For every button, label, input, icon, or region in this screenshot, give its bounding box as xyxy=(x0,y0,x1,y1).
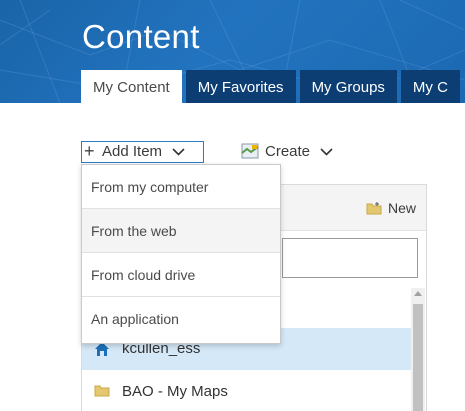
tab-my-content-overflow[interactable]: My C xyxy=(400,70,460,103)
menu-item-an-application[interactable]: An application xyxy=(82,297,280,341)
tab-my-favorites[interactable]: My Favorites xyxy=(185,70,296,103)
page-header: Content My Content My Favorites My Group… xyxy=(0,0,465,103)
chevron-down-icon xyxy=(320,148,333,156)
create-map-icon xyxy=(241,143,259,159)
create-label: Create xyxy=(265,143,311,160)
folder-icon xyxy=(94,385,110,397)
add-item-button[interactable]: + Add Item xyxy=(81,141,204,163)
folders-scrollbar[interactable] xyxy=(411,288,425,411)
content-tabs: My Content My Favorites My Groups My C xyxy=(81,70,464,103)
plus-icon: + xyxy=(84,141,95,161)
add-item-label: Add Item xyxy=(102,143,163,160)
new-folder-button[interactable]: New xyxy=(366,200,416,216)
menu-item-from-the-web[interactable]: From the web xyxy=(82,209,280,253)
new-folder-icon xyxy=(366,202,382,215)
new-folder-label: New xyxy=(387,200,416,216)
page-title: Content xyxy=(82,18,200,55)
scroll-up-arrow-icon[interactable] xyxy=(414,291,422,296)
menu-item-from-my-computer[interactable]: From my computer xyxy=(82,165,280,209)
menu-item-from-cloud-drive[interactable]: From cloud drive xyxy=(82,253,280,297)
tab-my-content[interactable]: My Content xyxy=(81,70,182,103)
chevron-down-icon xyxy=(172,148,185,156)
folder-filter-input[interactable] xyxy=(282,238,418,278)
tab-my-groups[interactable]: My Groups xyxy=(299,70,397,103)
folder-item[interactable]: BAO - My Maps xyxy=(82,371,411,411)
create-button[interactable]: Create xyxy=(241,142,333,162)
folder-label: BAO - My Maps xyxy=(122,383,228,400)
scrollbar-thumb[interactable] xyxy=(413,304,423,411)
add-item-menu: From my computer From the web From cloud… xyxy=(81,164,281,344)
